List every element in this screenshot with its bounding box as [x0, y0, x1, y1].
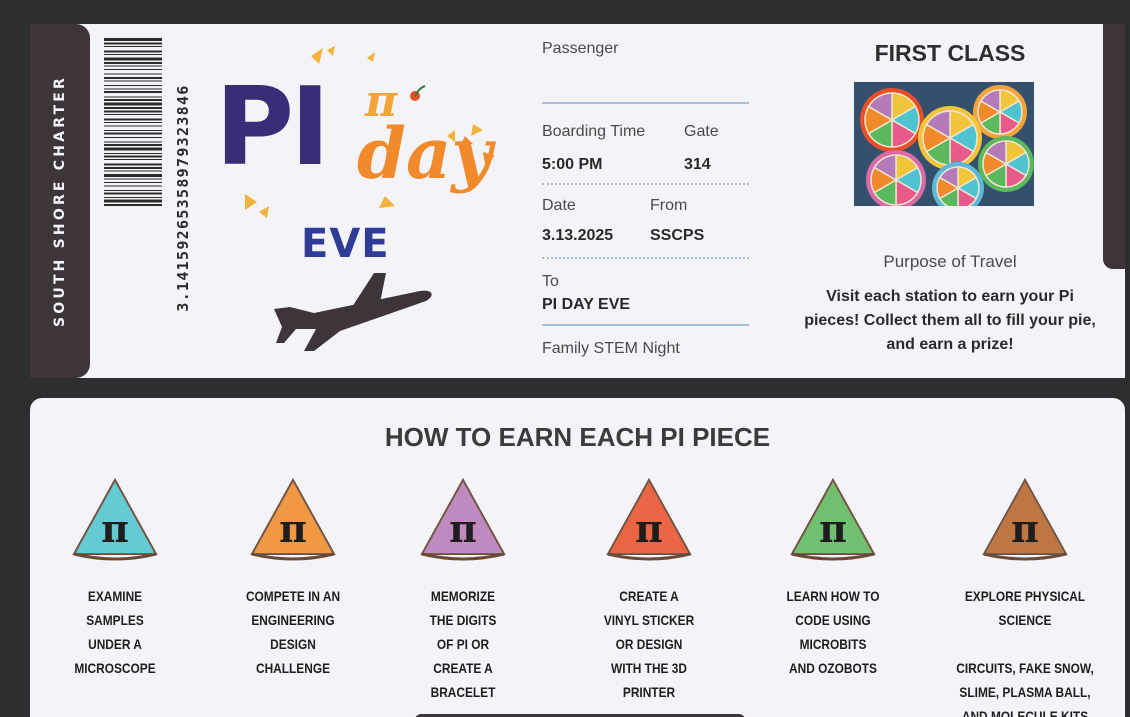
pi-piece-green-icon: π: [790, 477, 876, 561]
svg-text:π: π: [1011, 506, 1039, 551]
barcode: [104, 38, 162, 206]
svg-text:π: π: [635, 506, 663, 551]
pi-piece-red-icon: π: [606, 477, 692, 561]
station-text: COMPETE IN AN ENGINEERING DESIGN CHALLEN…: [245, 588, 341, 676]
station-5: π LEARN HOW TO CODE USING MICROBITS AND O…: [748, 476, 918, 717]
gate-label: Gate: [684, 123, 719, 140]
pie-game-pieces-photo: [854, 82, 1034, 206]
purpose-text: Visit each station to earn your Pi piece…: [804, 288, 1096, 353]
station-1: π EXAMINE SAMPLES UNDER A MICROSCOPE: [30, 476, 200, 717]
station-3: π MEMORIZE THE DIGITS OF PI OR CREATE A B…: [378, 476, 548, 717]
airline-name: SOUTH SHORE CHARTER: [52, 74, 68, 328]
to-value: PI DAY EVE: [542, 296, 631, 313]
station-4: π CREATE A VINYL STICKER OR DESIGN WITH T…: [564, 476, 734, 717]
pi-piece-brown-icon: π: [982, 477, 1068, 561]
date-value: 3.13.2025: [542, 227, 614, 244]
ticket-right-section: FIRST CLASS Purpose of Travel Visit each…: [800, 24, 1100, 378]
panel-title: HOW TO EARN EACH PI PIECE: [384, 422, 771, 452]
ticket-class: FIRST CLASS: [874, 40, 1026, 66]
pi-piece-orange-icon: π: [250, 477, 336, 561]
station-6: π EXPLORE PHYSICAL SCIENCE CIRCUITS, FAKE…: [940, 476, 1110, 717]
divider: [542, 183, 749, 185]
stations-panel: HOW TO EARN EACH PI PIECE π EXAMINE SAMPL…: [30, 398, 1125, 717]
purpose-label: Purpose of Travel: [883, 252, 1017, 271]
ticket-fields: Passenger Boarding Time Gate 5:00 PM 314…: [542, 24, 757, 378]
pi-piece-blue-icon: π: [72, 477, 158, 561]
gate-value: 314: [684, 156, 711, 173]
date-label: Date: [542, 197, 576, 214]
station-text: EXPLORE PHYSICAL SCIENCE CIRCUITS, FAKE …: [956, 588, 1094, 717]
station-text: CREATE A VINYL STICKER OR DESIGN WITH TH…: [603, 588, 695, 700]
svg-text:π: π: [101, 506, 129, 551]
passenger-label: Passenger: [542, 40, 619, 57]
logo-eve-text: EVE: [301, 221, 390, 267]
to-label: To: [542, 273, 559, 290]
svg-text:π: π: [279, 506, 307, 551]
divider: [542, 257, 749, 259]
pi-day-eve-logo: PI π day EVE: [215, 44, 505, 274]
logo-day-text: day: [357, 112, 492, 195]
barcode-number: 3.14159265358979323846: [174, 84, 192, 312]
ticket-sidebar: SOUTH SHORE CHARTER: [30, 24, 90, 378]
ticket-edge-tab: [1103, 24, 1125, 269]
from-value: SSCPS: [650, 227, 705, 244]
station-text: LEARN HOW TO CODE USING MICROBITS AND OZ…: [786, 588, 880, 676]
boarding-pass-ticket: SOUTH SHORE CHARTER 3.141592653589793238…: [30, 24, 1125, 378]
pi-piece-purple-icon: π: [420, 477, 506, 561]
from-label: From: [650, 197, 688, 214]
svg-text:π: π: [449, 506, 477, 551]
event-label: Family STEM Night: [542, 340, 680, 357]
station-text: MEMORIZE THE DIGITS OF PI OR CREATE A BR…: [429, 588, 497, 700]
passenger-line: [542, 102, 749, 104]
divider: [542, 324, 749, 326]
station-2: π COMPETE IN AN ENGINEERING DESIGN CHALLE…: [208, 476, 378, 717]
svg-text:π: π: [819, 506, 847, 551]
airplane-icon: [274, 273, 432, 351]
station-text: EXAMINE SAMPLES UNDER A MICROSCOPE: [74, 588, 156, 676]
logo-pi-text: PI: [215, 65, 330, 190]
boarding-time-label: Boarding Time: [542, 123, 646, 140]
boarding-time-value: 5:00 PM: [542, 156, 603, 173]
